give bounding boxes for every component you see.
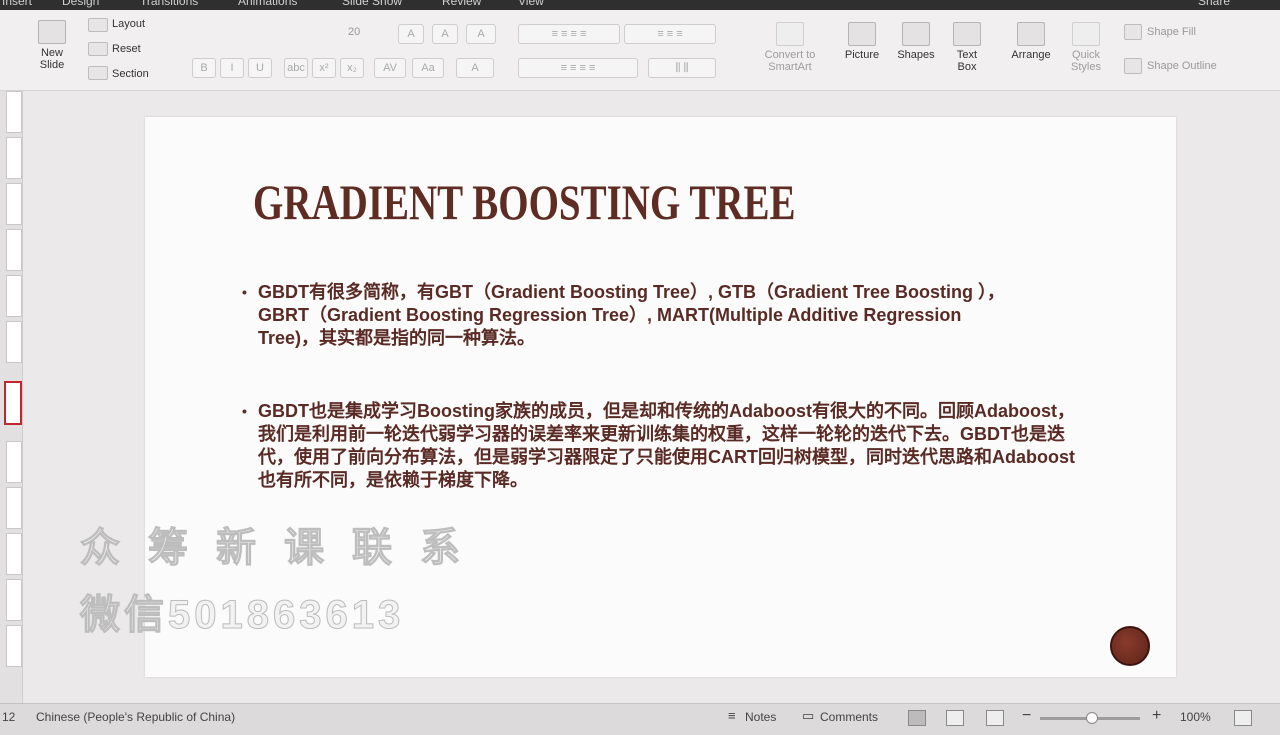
shapes-button[interactable]: Shapes	[892, 22, 940, 61]
slide-sorter-icon[interactable]	[946, 710, 964, 726]
comments-button[interactable]: Comments	[820, 710, 878, 724]
smartart-icon	[776, 22, 804, 46]
tab-review[interactable]: Review	[442, 0, 481, 8]
slide-thumbnail[interactable]	[6, 533, 22, 575]
font-color-button[interactable]: A	[456, 58, 494, 78]
shape-outline-icon	[1124, 58, 1142, 74]
bullet-icon: •	[242, 284, 247, 300]
slide-thumbnail[interactable]	[6, 137, 22, 179]
layout-button[interactable]: Layout	[112, 18, 145, 30]
zoom-level[interactable]: 100%	[1180, 710, 1211, 724]
bold-button[interactable]: B	[192, 58, 216, 78]
watermark-line-2: 微信501863613	[79, 593, 405, 638]
layout-icon	[88, 18, 108, 32]
slide-thumbnail[interactable]	[6, 91, 22, 133]
picture-button[interactable]: Picture	[838, 22, 886, 61]
bullet-text: GBDT有很多简称，有GBT（Gradient Boosting Tree）, …	[258, 282, 1006, 348]
align-group[interactable]: ≡ ≡ ≡ ≡	[518, 58, 638, 78]
strikethrough-button[interactable]: abc	[284, 58, 308, 78]
reading-view-icon[interactable]	[986, 710, 1004, 726]
text-box-icon	[953, 22, 981, 46]
increase-font-icon[interactable]: A	[398, 24, 424, 44]
char-spacing-button[interactable]: AV	[374, 58, 406, 78]
slide-thumbnail[interactable]	[6, 229, 22, 271]
tab-design[interactable]: Design	[62, 0, 99, 8]
ribbon: New Slide Layout Reset Section 20 A A A …	[0, 10, 1280, 91]
language-indicator[interactable]: Chinese (People's Republic of China)	[36, 710, 235, 724]
arrange-button[interactable]: Arrange	[1004, 22, 1058, 61]
new-slide-button[interactable]: New Slide	[30, 20, 74, 71]
arrange-label: Arrange	[1011, 49, 1051, 61]
bullet-text: GBDT也是集成学习Boosting家族的成员，但是却和传统的Adaboost有…	[258, 401, 1075, 490]
shapes-icon	[902, 22, 930, 46]
section-icon	[88, 66, 108, 80]
font-size-field[interactable]: 20	[348, 26, 360, 38]
slide-thumbnail[interactable]	[6, 625, 22, 667]
slide-thumbnail[interactable]	[6, 321, 22, 363]
slide-thumbnail[interactable]	[6, 275, 22, 317]
new-slide-label: New Slide	[39, 47, 65, 71]
picture-label: Picture	[844, 49, 880, 61]
shape-outline-button[interactable]: Shape Outline	[1147, 60, 1217, 72]
columns-group[interactable]: ⫼ ⫼	[648, 58, 716, 78]
superscript-button[interactable]: x²	[312, 58, 336, 78]
slide-title[interactable]: GRADIENT BOOSTING TREE	[253, 173, 796, 231]
slide-thumbnail[interactable]	[6, 487, 22, 529]
zoom-out-icon[interactable]: −	[1022, 707, 1031, 725]
bullet-icon: •	[242, 403, 247, 419]
line-spacing-group[interactable]: ≡ ≡ ≡	[624, 24, 716, 44]
share-button[interactable]: Share	[1198, 0, 1230, 8]
arrange-icon	[1017, 22, 1045, 46]
clear-format-icon[interactable]: A	[466, 24, 496, 44]
tab-transitions[interactable]: Transitions	[140, 0, 198, 8]
tab-insert[interactable]: Insert	[2, 0, 32, 8]
comments-icon: ▭	[802, 708, 815, 723]
convert-smartart-label: Convert to SmartArt	[764, 49, 816, 73]
new-slide-icon	[38, 20, 66, 44]
text-box-label: Text Box	[956, 49, 978, 73]
section-button[interactable]: Section	[112, 68, 149, 80]
slide-thumbnail-pane	[0, 91, 23, 703]
fit-to-window-icon[interactable]	[1234, 710, 1252, 726]
notes-button[interactable]: Notes	[745, 710, 776, 724]
slide-thumbnail[interactable]	[6, 441, 22, 483]
picture-icon	[848, 22, 876, 46]
tab-animations[interactable]: Animations	[238, 0, 297, 8]
watermark-line-1: 众筹新课联系	[80, 526, 488, 571]
quick-styles-icon	[1072, 22, 1100, 46]
reset-icon	[88, 42, 108, 56]
convert-smartart-button[interactable]: Convert to SmartArt	[758, 22, 822, 73]
bullet-point[interactable]: • GBDT有很多简称，有GBT（Gradient Boosting Tree）…	[242, 281, 1018, 350]
underline-button[interactable]: U	[248, 58, 272, 78]
list-format-group[interactable]: ≡ ≡ ≡ ≡	[518, 24, 620, 44]
quick-styles-button[interactable]: Quick Styles	[1062, 22, 1110, 73]
shapes-label: Shapes	[897, 49, 935, 61]
normal-view-icon[interactable]	[908, 710, 926, 726]
zoom-in-icon[interactable]: +	[1152, 707, 1161, 725]
tab-slide-show[interactable]: Slide Show	[342, 0, 402, 8]
menu-bar: Insert Design Transitions Animations Sli…	[0, 0, 1280, 10]
zoom-slider-handle[interactable]	[1086, 712, 1098, 724]
shape-fill-button[interactable]: Shape Fill	[1147, 26, 1196, 38]
status-bar: 12 Chinese (People's Republic of China) …	[0, 703, 1280, 735]
tab-view[interactable]: View	[518, 0, 544, 8]
notes-icon: ≡	[728, 708, 736, 723]
record-button-icon[interactable]	[1110, 626, 1150, 666]
shape-fill-icon	[1124, 24, 1142, 40]
slide-thumbnail-selected[interactable]	[4, 381, 22, 425]
reset-button[interactable]: Reset	[112, 43, 141, 55]
change-case-button[interactable]: Aa	[412, 58, 444, 78]
bullet-point[interactable]: • GBDT也是集成学习Boosting家族的成员，但是却和传统的Adaboos…	[242, 400, 1088, 492]
quick-styles-label: Quick Styles	[1071, 49, 1101, 73]
text-box-button[interactable]: Text Box	[946, 22, 988, 73]
slide-thumbnail[interactable]	[6, 579, 22, 621]
slide-thumbnail[interactable]	[6, 183, 22, 225]
slide-number: 12	[2, 710, 16, 724]
italic-button[interactable]: I	[220, 58, 244, 78]
subscript-button[interactable]: x₂	[340, 58, 364, 78]
decrease-font-icon[interactable]: A	[432, 24, 458, 44]
